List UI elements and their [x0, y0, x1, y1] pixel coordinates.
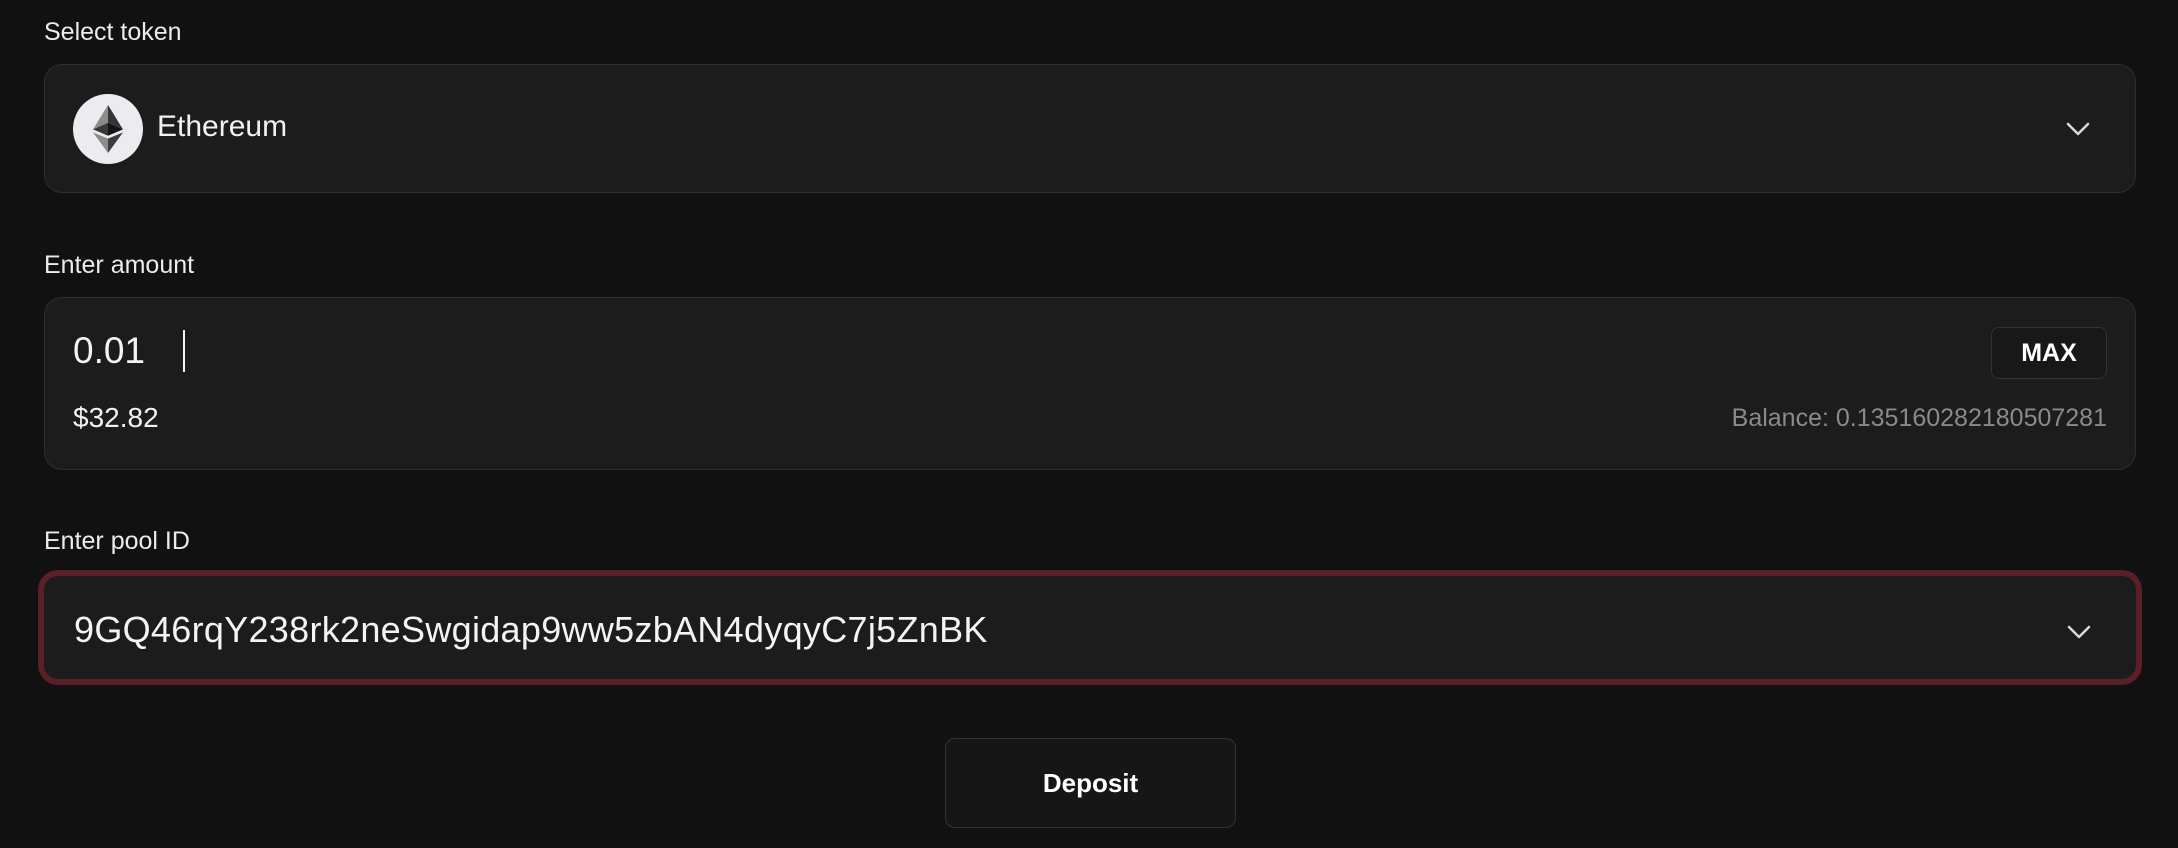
ethereum-icon [73, 94, 143, 164]
usd-value: $32.82 [73, 402, 159, 433]
amount-panel: MAX $32.82 Balance: 0.135160282180507281 [44, 297, 2136, 470]
pool-id-select[interactable]: 9GQ46rqY238rk2neSwgidap9ww5zbAN4dyqyC7j5… [38, 570, 2142, 685]
select-token-label: Select token [44, 18, 182, 46]
enter-pool-id-label: Enter pool ID [44, 527, 190, 555]
chevron-down-icon [2066, 122, 2090, 136]
balance-text: Balance: 0.135160282180507281 [1731, 404, 2107, 432]
enter-amount-label: Enter amount [44, 251, 195, 279]
deposit-form: Select token Ethereum Enter amount MAX $… [0, 0, 2178, 848]
selected-token-name: Ethereum [157, 110, 288, 143]
max-button[interactable]: MAX [1991, 327, 2107, 379]
text-caret [183, 330, 185, 372]
token-select[interactable]: Ethereum [44, 64, 2136, 193]
chevron-down-icon [2067, 625, 2091, 639]
pool-id-value: 9GQ46rqY238rk2neSwgidap9ww5zbAN4dyqyC7j5… [74, 609, 988, 650]
deposit-button[interactable]: Deposit [945, 738, 1236, 828]
amount-input[interactable] [73, 326, 1573, 376]
